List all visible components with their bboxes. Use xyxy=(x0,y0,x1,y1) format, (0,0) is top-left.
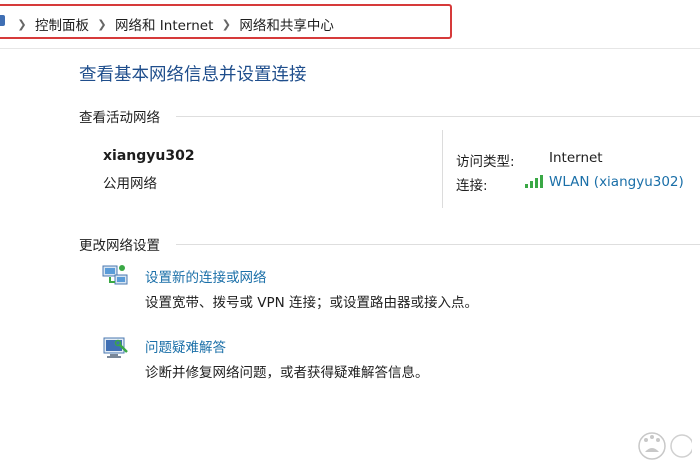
troubleshoot-icon xyxy=(103,337,128,358)
network-name: xiangyu302 xyxy=(103,148,195,164)
connection-label: 连接: xyxy=(456,178,488,194)
section-divider xyxy=(176,116,700,117)
connection-link[interactable]: WLAN (xiangyu302) xyxy=(549,174,684,190)
network-type[interactable]: 公用网络 xyxy=(103,172,157,192)
column-divider xyxy=(442,130,443,208)
breadcrumb-highlight-box xyxy=(0,4,452,39)
access-type-label: 访问类型: xyxy=(456,154,515,170)
section-divider xyxy=(176,244,700,245)
baidu-watermark-logo xyxy=(638,432,692,460)
page-title: 查看基本网络信息并设置连接 xyxy=(79,65,307,85)
access-type-value: Internet xyxy=(549,150,603,166)
network-setup-icon xyxy=(102,265,128,285)
setup-connection-link[interactable]: 设置新的连接或网络 xyxy=(145,266,267,286)
setup-connection-description: 设置宽带、拨号或 VPN 连接；或设置路由器或接入点。 xyxy=(145,295,479,311)
section-header-change-settings: 更改网络设置 xyxy=(79,238,160,254)
troubleshoot-description: 诊断并修复网络问题，或者获得疑难解答信息。 xyxy=(145,365,429,381)
troubleshoot-link[interactable]: 问题疑难解答 xyxy=(145,336,226,356)
wifi-signal-icon xyxy=(525,175,543,188)
section-header-active-networks: 查看活动网络 xyxy=(79,110,160,126)
